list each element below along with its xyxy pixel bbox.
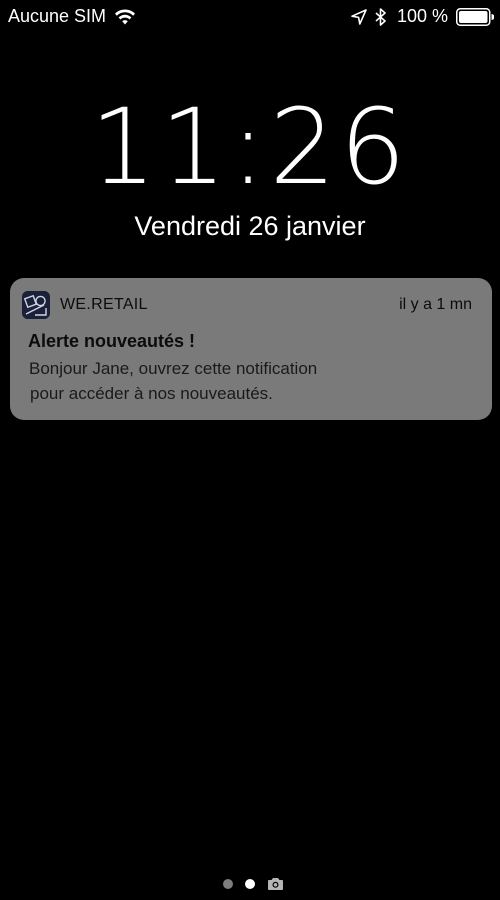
notification-body: Bonjour Jane, ouvrez cette notification …	[29, 356, 389, 406]
page-dot-current	[244, 879, 255, 889]
notification-body-line: Bonjour Jane, ouvrez cette notification	[29, 359, 318, 378]
status-right: 100 %	[351, 6, 494, 27]
we-retail-app-icon	[22, 291, 50, 319]
notification-title: Alerte nouveautés !	[28, 331, 196, 351]
bluetooth-icon	[375, 7, 386, 26]
page-dot	[222, 879, 233, 889]
lock-screen-date: Vendredi 26 janvier	[134, 211, 366, 241]
carrier-label: Aucune SIM	[8, 6, 107, 26]
notification-card[interactable]: WE.RETAIL il y a 1 mn Alerte nouveautés …	[10, 278, 492, 420]
camera-icon[interactable]	[267, 877, 284, 891]
battery-percent: 100 %	[396, 6, 448, 26]
notification-header: WE.RETAIL il y a 1 mn	[22, 291, 472, 319]
status-left: Aucune SIM	[8, 6, 136, 27]
app-icon-glyph	[22, 291, 50, 319]
notification-timestamp: il y a 1 mn	[399, 296, 472, 313]
wifi-icon	[115, 8, 136, 24]
location-arrow-icon	[351, 8, 367, 25]
page-indicator[interactable]	[0, 876, 500, 892]
status-bar: Aucune SIM 100 %	[0, 0, 500, 34]
notification-app-name: WE.RETAIL	[60, 296, 148, 313]
notification-body-line: pour accéder à nos nouveautés.	[30, 384, 273, 403]
lock-screen-clock: 11:26	[90, 86, 410, 208]
battery-icon	[456, 7, 494, 26]
